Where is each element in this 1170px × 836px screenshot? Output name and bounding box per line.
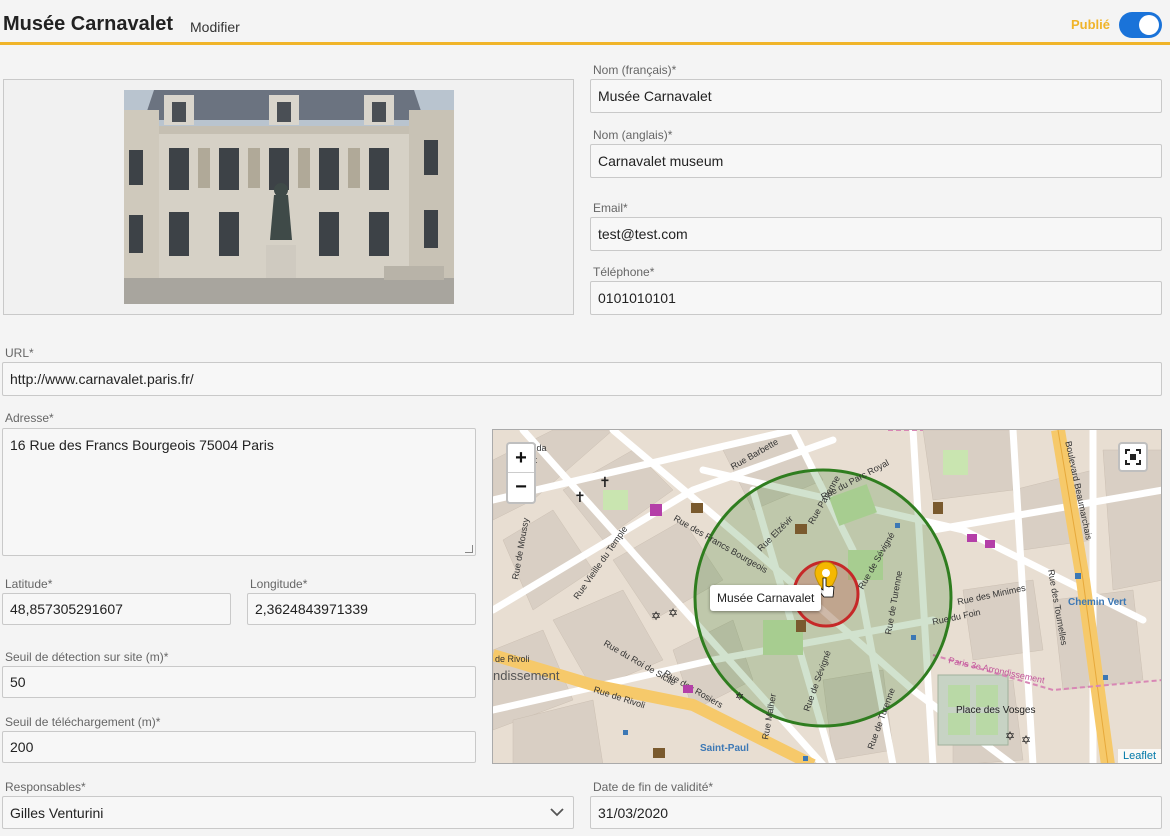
zoom-out-button[interactable]: − xyxy=(508,473,534,502)
published-toggle[interactable] xyxy=(1119,12,1162,38)
name-fr-input[interactable]: Musée Carnavalet xyxy=(590,79,1162,113)
email-label: Email* xyxy=(593,201,628,215)
toggle-knob xyxy=(1139,15,1159,35)
end-date-label: Date de fin de validité* xyxy=(593,780,714,794)
fullscreen-button[interactable] xyxy=(1118,442,1148,472)
email-input[interactable]: test@test.com xyxy=(590,217,1162,251)
address-text: 16 Rue des Francs Bourgeois 75004 Paris xyxy=(10,437,274,453)
map-tiles: Boulevard Beaumarchais Rue Elzévir Rue P… xyxy=(493,430,1161,763)
phone-label: Téléphone* xyxy=(593,265,655,279)
map-attribution[interactable]: Leaflet xyxy=(1117,749,1161,763)
location-map[interactable]: Boulevard Beaumarchais Rue Elzévir Rue P… xyxy=(492,429,1162,764)
svg-text:✡: ✡ xyxy=(651,609,661,623)
phone-input[interactable]: 0101010101 xyxy=(590,281,1162,315)
address-label: Adresse* xyxy=(5,411,54,425)
published-label: Publié xyxy=(1071,17,1111,32)
svg-text:✡: ✡ xyxy=(668,606,678,620)
detection-threshold-input[interactable]: 50 xyxy=(2,666,476,698)
managers-value: Gilles Venturini xyxy=(10,804,104,821)
map-label-place-vosges: Place des Vosges xyxy=(956,705,1036,716)
svg-text:✡: ✡ xyxy=(735,690,744,703)
svg-text:✡: ✡ xyxy=(1005,729,1015,743)
marker-popup: Musée Carnavalet xyxy=(710,585,822,611)
modify-link[interactable]: Modifier xyxy=(190,19,240,35)
fullscreen-icon xyxy=(1125,449,1141,465)
name-en-label: Nom (anglais)* xyxy=(593,128,673,142)
managers-select[interactable]: Gilles Venturini xyxy=(2,796,574,829)
page-title: Musée Carnavalet xyxy=(3,13,174,35)
longitude-label: Longitude* xyxy=(250,577,308,591)
name-fr-label: Nom (français)* xyxy=(593,63,677,77)
managers-label: Responsables* xyxy=(5,780,86,794)
museum-photo xyxy=(124,90,454,304)
latitude-input[interactable]: 48,857305291607 xyxy=(2,593,231,625)
url-input[interactable]: http://www.carnavalet.paris.fr/ xyxy=(2,362,1162,396)
latitude-label: Latitude* xyxy=(5,577,53,591)
map-label-saint-paul: Saint-Paul xyxy=(700,743,749,754)
map-label-chemin-vert: Chemin Vert xyxy=(1068,597,1127,608)
map-label-rivoli2: de Rivoli xyxy=(495,654,530,664)
resize-handle[interactable] xyxy=(465,545,473,553)
image-upload-area[interactable] xyxy=(3,79,574,315)
longitude-input[interactable]: 2,3624843971339 xyxy=(247,593,476,625)
zoom-control: + − xyxy=(506,442,536,504)
detection-threshold-label: Seuil de détection sur site (m)* xyxy=(5,650,169,664)
chevron-down-icon xyxy=(550,808,564,817)
download-threshold-input[interactable]: 200 xyxy=(2,731,476,763)
svg-text:✝: ✝ xyxy=(599,475,611,491)
name-en-input[interactable]: Carnavalet museum xyxy=(590,144,1162,178)
zoom-in-button[interactable]: + xyxy=(508,444,534,473)
end-date-input[interactable]: 31/03/2020 xyxy=(590,796,1162,829)
svg-text:✝: ✝ xyxy=(574,490,586,506)
url-label: URL* xyxy=(5,346,34,360)
address-textarea[interactable]: 16 Rue des Francs Bourgeois 75004 Paris xyxy=(2,428,476,556)
page-header: Musée Carnavalet Modifier Publié xyxy=(0,0,1170,45)
svg-text:✡: ✡ xyxy=(1021,733,1031,747)
download-threshold-label: Seuil de téléchargement (m)* xyxy=(5,715,161,729)
map-label-arr-left: ndissement xyxy=(493,668,560,683)
